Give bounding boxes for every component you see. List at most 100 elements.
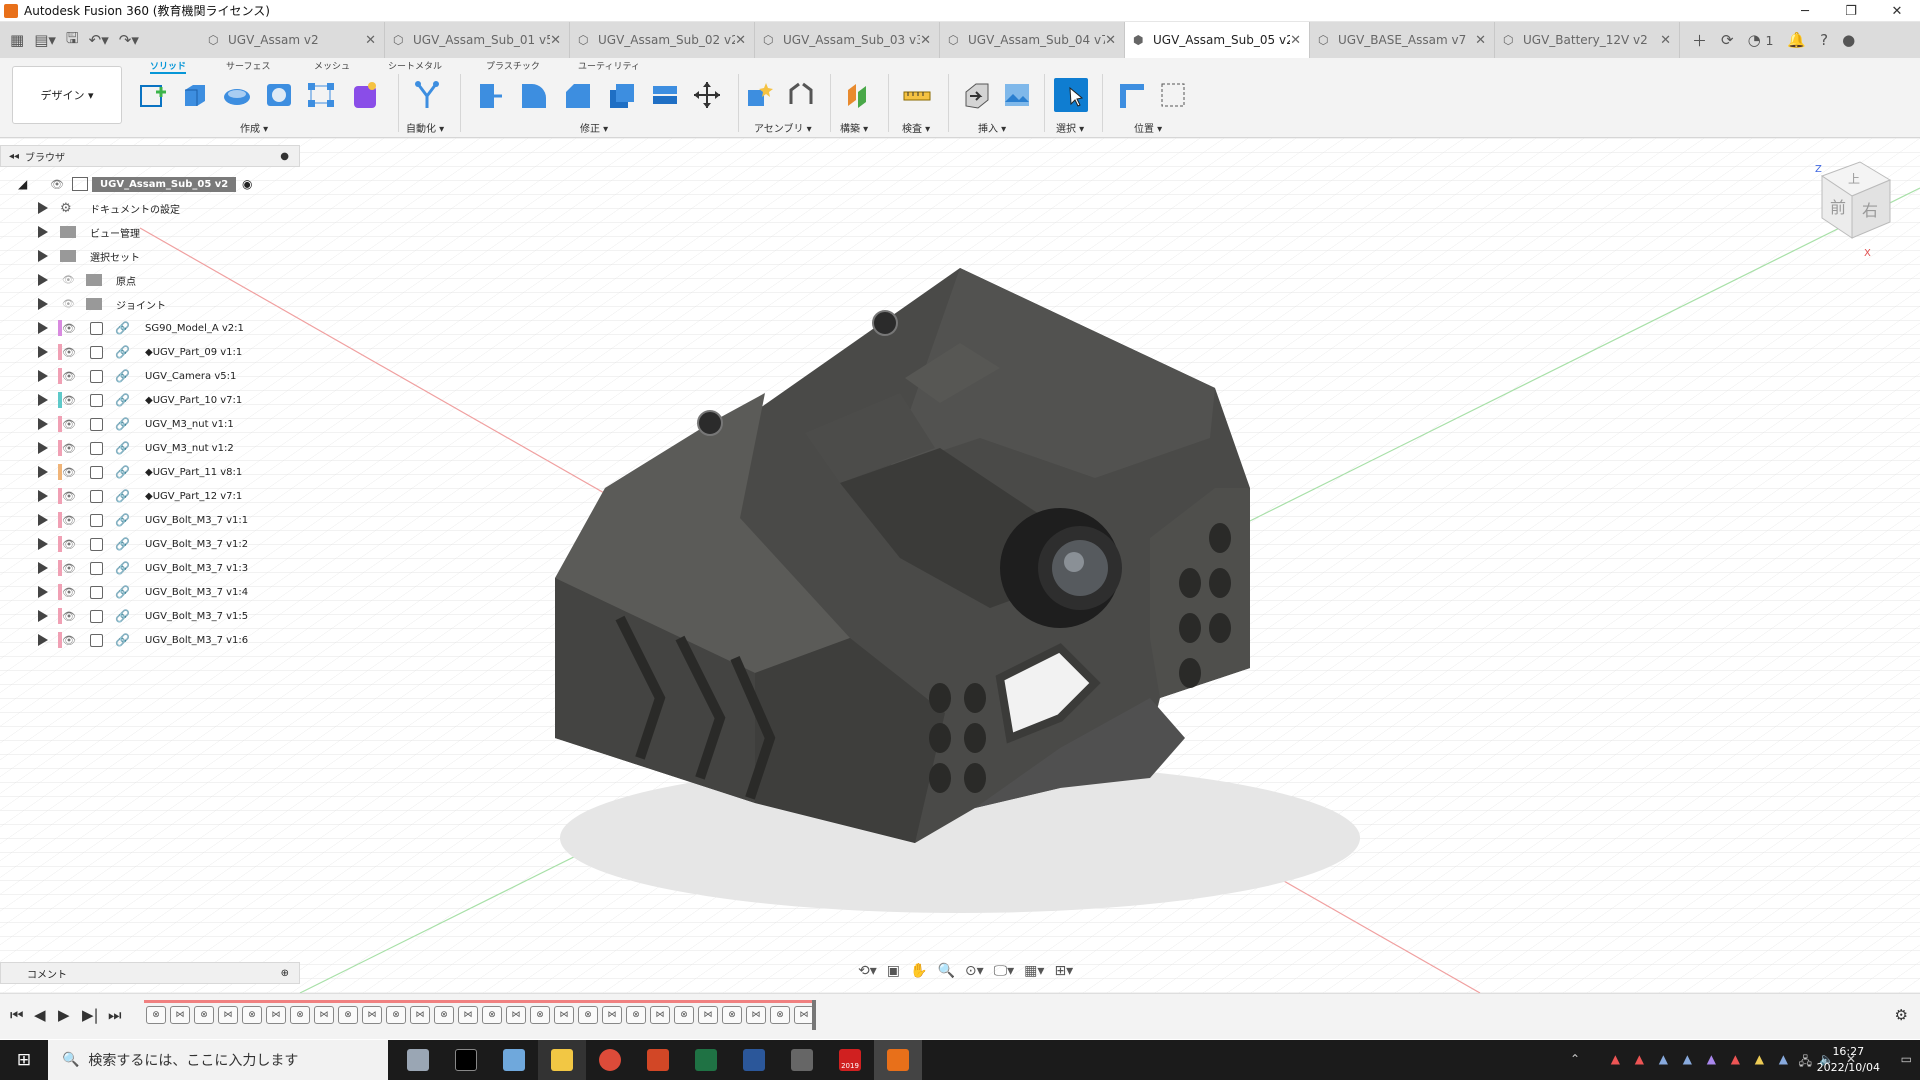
- doc-tab-2[interactable]: ⬡ UGV_Assam_Sub_02 v2 ✕: [570, 22, 755, 58]
- tree-component-row[interactable]: 👁 🔗 ◆UGV_Part_11 v8:1: [0, 460, 300, 484]
- group-position[interactable]: 位置 ▾: [1134, 120, 1162, 135]
- taskbar-excel-icon[interactable]: [682, 1040, 730, 1080]
- offset-plane-icon[interactable]: [842, 78, 876, 112]
- insert-derive-icon[interactable]: [960, 78, 994, 112]
- tree-folder-view-management[interactable]: ビュー管理: [0, 220, 300, 244]
- timeline-feature-icon[interactable]: ⋈: [362, 1006, 382, 1024]
- visibility-eye-icon[interactable]: 👁: [62, 538, 76, 551]
- expand-triangle-icon[interactable]: [38, 490, 48, 502]
- tree-component-row[interactable]: 👁 🔗 UGV_Bolt_M3_7 v1:2: [0, 532, 300, 556]
- tree-component-row[interactable]: 👁 🔗 UGV_Bolt_M3_7 v1:1: [0, 508, 300, 532]
- capture-position-icon[interactable]: [1156, 78, 1190, 112]
- taskbar-chrome-icon[interactable]: [586, 1040, 634, 1080]
- create-sketch-icon[interactable]: [136, 78, 170, 112]
- redo-icon[interactable]: ↷▾: [119, 31, 139, 49]
- tray-app-icon[interactable]: ▲: [1731, 1052, 1740, 1066]
- timeline-feature-icon[interactable]: ⊗: [338, 1006, 358, 1024]
- timeline-feature-icon[interactable]: ⊗: [386, 1006, 406, 1024]
- save-icon[interactable]: 🖫: [66, 28, 79, 53]
- expand-triangle-icon[interactable]: [38, 538, 48, 550]
- expand-triangle-icon[interactable]: [38, 394, 48, 406]
- timeline-feature-icon[interactable]: ⊗: [290, 1006, 310, 1024]
- expand-triangle-icon[interactable]: [38, 370, 48, 382]
- select-icon[interactable]: [1054, 78, 1088, 112]
- new-tab-icon[interactable]: ＋: [1692, 30, 1707, 51]
- collapse-triangle-icon[interactable]: ◢: [18, 177, 27, 191]
- doc-tab-1[interactable]: ⬡ UGV_Assam_Sub_01 v5 ✕: [385, 22, 570, 58]
- close-tab-icon[interactable]: ✕: [1105, 33, 1116, 48]
- timeline-feature-icon[interactable]: ⊗: [482, 1006, 502, 1024]
- timeline-feature-icon[interactable]: ⋈: [458, 1006, 478, 1024]
- workspace-switcher-button[interactable]: デザイン ▾: [12, 66, 122, 124]
- tree-component-row[interactable]: 👁 🔗 UGV_M3_nut v1:1: [0, 412, 300, 436]
- expand-triangle-icon[interactable]: [38, 586, 48, 598]
- windows-start-icon[interactable]: ⊞: [0, 1040, 48, 1080]
- timeline-feature-icon[interactable]: ⊗: [722, 1006, 742, 1024]
- tab-surface[interactable]: サーフェス: [226, 59, 270, 72]
- tree-component-row[interactable]: 👁 🔗 UGV_Bolt_M3_7 v1:5: [0, 604, 300, 628]
- online-status-icon[interactable]: ⟳: [1721, 31, 1734, 49]
- measure-icon[interactable]: [900, 78, 934, 112]
- timeline-end-icon[interactable]: ⏭: [108, 1006, 122, 1024]
- timeline-feature-icon[interactable]: ⊗: [146, 1006, 166, 1024]
- look-at-icon[interactable]: ▣: [887, 963, 900, 979]
- tree-folder-selection-sets[interactable]: 選択セット: [0, 244, 300, 268]
- group-construct[interactable]: 構築 ▾: [840, 120, 868, 135]
- expand-triangle-icon[interactable]: [38, 298, 48, 310]
- visibility-eye-icon[interactable]: 👁: [62, 514, 76, 527]
- comments-add-icon[interactable]: ⊕: [281, 968, 289, 979]
- tray-app-icon[interactable]: ▲: [1635, 1052, 1644, 1066]
- grid-settings-icon[interactable]: ▦▾: [1024, 963, 1044, 979]
- move-icon[interactable]: [690, 78, 724, 112]
- close-tab-icon[interactable]: ✕: [920, 33, 931, 48]
- close-tab-icon[interactable]: ✕: [1290, 33, 1301, 48]
- notification-center-icon[interactable]: ▭: [1901, 1052, 1912, 1066]
- hole-icon[interactable]: [262, 78, 296, 112]
- restore-button[interactable]: ❐: [1828, 0, 1874, 22]
- data-panel-grid-icon[interactable]: ▦: [10, 31, 24, 49]
- tree-component-row[interactable]: 👁 🔗 UGV_Bolt_M3_7 v1:6: [0, 628, 300, 652]
- taskbar-clock[interactable]: 16:27 2022/10/04: [1817, 1044, 1880, 1076]
- tree-component-row[interactable]: 👁 🔗 UGV_Bolt_M3_7 v1:4: [0, 580, 300, 604]
- expand-triangle-icon[interactable]: [38, 226, 48, 238]
- visibility-eye-icon[interactable]: 👁: [62, 394, 76, 407]
- taskbar-word-icon[interactable]: [730, 1040, 778, 1080]
- expand-triangle-icon[interactable]: [38, 418, 48, 430]
- revolve-icon[interactable]: [220, 78, 254, 112]
- pan-hand-icon[interactable]: ✋: [910, 963, 927, 979]
- minimize-button[interactable]: ─: [1782, 0, 1828, 22]
- undo-icon[interactable]: ↶▾: [89, 31, 109, 49]
- extrude-icon[interactable]: [178, 78, 212, 112]
- collapse-icon[interactable]: ◂◂: [9, 151, 19, 162]
- expand-triangle-icon[interactable]: [38, 202, 48, 214]
- tab-solid[interactable]: ソリッド: [150, 59, 187, 74]
- expand-triangle-icon[interactable]: [38, 442, 48, 454]
- timeline-settings-gear-icon[interactable]: ⚙: [1895, 1006, 1908, 1024]
- close-tab-icon[interactable]: ✕: [550, 33, 561, 48]
- tray-app-icon[interactable]: ▲: [1659, 1052, 1668, 1066]
- activate-radio-icon[interactable]: ◉: [242, 177, 252, 191]
- user-avatar[interactable]: ●: [1842, 31, 1855, 49]
- timeline-feature-icon[interactable]: ⋈: [698, 1006, 718, 1024]
- viewports-icon[interactable]: ⊞▾: [1054, 963, 1073, 979]
- tree-component-row[interactable]: 👁 🔗 ◆UGV_Part_10 v7:1: [0, 388, 300, 412]
- browser-panel-header[interactable]: ◂◂ ブラウザ ●: [0, 145, 300, 167]
- root-component-label[interactable]: UGV_Assam_Sub_05 v2: [92, 176, 237, 192]
- expand-triangle-icon[interactable]: [38, 634, 48, 646]
- doc-tab-6[interactable]: ⬡ UGV_BASE_Assam v7 ✕: [1310, 22, 1495, 58]
- tree-component-row[interactable]: 👁 🔗 UGV_Bolt_M3_7 v1:3: [0, 556, 300, 580]
- expand-triangle-icon[interactable]: [38, 466, 48, 478]
- pattern-icon[interactable]: [304, 78, 338, 112]
- doc-tab-3[interactable]: ⬡ UGV_Assam_Sub_03 v3 ✕: [755, 22, 940, 58]
- tree-component-row[interactable]: 👁 🔗 ◆UGV_Part_09 v1:1: [0, 340, 300, 364]
- timeline-feature-icon[interactable]: ⊗: [530, 1006, 550, 1024]
- fit-icon[interactable]: ⊙▾: [965, 963, 984, 979]
- tab-mesh[interactable]: メッシュ: [314, 59, 350, 72]
- tray-app-icon[interactable]: ▲: [1683, 1052, 1692, 1066]
- timeline-feature-icon[interactable]: ⋈: [170, 1006, 190, 1024]
- timeline-feature-icon[interactable]: ⊗: [242, 1006, 262, 1024]
- network-icon[interactable]: 🖧: [1799, 1052, 1812, 1073]
- doc-tab-4[interactable]: ⬡ UGV_Assam_Sub_04 v7 ✕: [940, 22, 1125, 58]
- doc-tab-0[interactable]: ⬡ UGV_Assam v2 ✕: [200, 22, 385, 58]
- comments-panel[interactable]: コメント ⊕: [0, 962, 300, 984]
